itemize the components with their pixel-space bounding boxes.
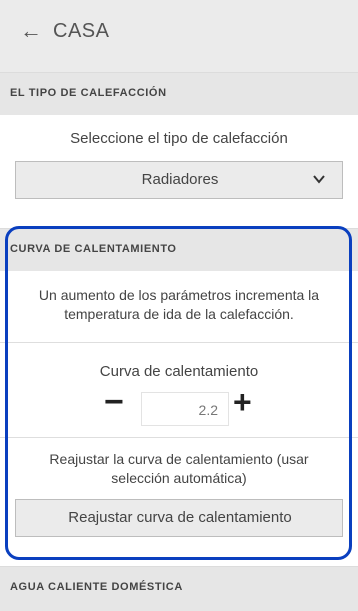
- divider: [0, 437, 358, 438]
- plus-button[interactable]: +: [233, 384, 252, 421]
- section-title: EL TIPO DE CALEFACCIÓN: [10, 87, 167, 99]
- divider: [0, 342, 358, 343]
- stepper-label: Curva de calentamiento: [99, 363, 259, 380]
- section-header-heating-curve: CURVA DE CALENTAMIENTO: [0, 228, 358, 271]
- heating-type-select[interactable]: Radiadores: [15, 161, 343, 199]
- heating-type-selected: Radiadores: [141, 171, 219, 188]
- reset-curve-button-label: Reajustar curva de calentamiento: [68, 509, 292, 526]
- section-title: CURVA DE CALENTAMIENTO: [10, 243, 177, 255]
- section-title: AGUA CALIENTE DOMÉSTICA: [10, 581, 183, 593]
- section-header-heating-type: EL TIPO DE CALEFACCIÓN: [0, 72, 358, 115]
- curve-value-input[interactable]: 2.2: [141, 392, 229, 426]
- reset-curve-button[interactable]: Reajustar curva de calentamiento: [15, 499, 343, 537]
- reset-description: Reajustar la curva de calentamiento (usa…: [49, 451, 309, 486]
- page-title: CASA: [53, 20, 110, 42]
- section-header-hot-water: AGUA CALIENTE DOMÉSTICA: [0, 566, 358, 611]
- app-header: ← CASA: [0, 0, 358, 72]
- minus-button[interactable]: −: [104, 383, 124, 422]
- chevron-down-icon: [312, 172, 326, 190]
- heating-curve-description: Un aumento de los parámetros incrementa …: [38, 287, 320, 322]
- arrow-left-icon[interactable]: ←: [20, 18, 42, 44]
- heating-type-prompt: Seleccione el tipo de calefacción: [70, 130, 288, 147]
